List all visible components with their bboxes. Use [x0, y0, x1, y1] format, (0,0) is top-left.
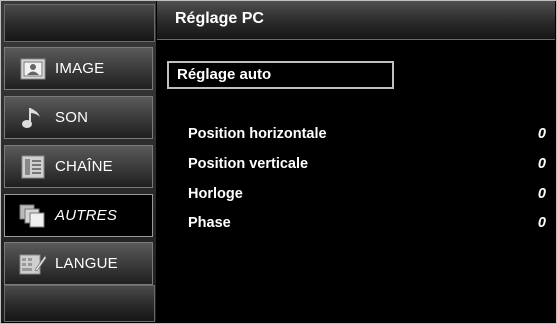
setting-label: Position verticale [188, 156, 309, 172]
sidebar-item-label: IMAGE [55, 60, 105, 77]
setting-value: 0 [537, 215, 546, 231]
keyboard-pen-icon [17, 251, 49, 277]
setting-value: 0 [537, 156, 546, 172]
settings-panel: Réglage auto Position horizontale 0 Posi… [157, 40, 555, 322]
sidebar-header-panel [4, 4, 155, 42]
sidebar-item-label: LANGUE [55, 255, 118, 272]
setting-label: Horloge [188, 186, 243, 202]
setting-label: Phase [188, 215, 231, 231]
setting-label: Position horizontale [188, 126, 327, 142]
setting-row-phase[interactable]: Phase 0 [188, 215, 546, 235]
sidebar-item-chaine[interactable]: CHAÎNE [4, 145, 153, 188]
sidebar-item-label: SON [55, 109, 89, 126]
setting-row-vertical-position[interactable]: Position verticale 0 [188, 156, 546, 176]
music-note-icon [17, 105, 49, 131]
channel-list-icon [17, 154, 49, 180]
picture-icon [17, 56, 49, 82]
setting-value: 0 [537, 126, 546, 142]
setting-row-clock[interactable]: Horloge 0 [188, 186, 546, 206]
sidebar-item-label: CHAÎNE [55, 158, 113, 175]
auto-adjust-button[interactable]: Réglage auto [167, 61, 394, 89]
sidebar-item-son[interactable]: SON [4, 96, 153, 139]
sidebar-item-label: AUTRES [55, 207, 118, 224]
sidebar-item-image[interactable]: IMAGE [4, 47, 153, 90]
page-title: Réglage PC [175, 10, 264, 27]
sidebar-item-langue[interactable]: LANGUE [4, 242, 153, 285]
setting-row-horizontal-position[interactable]: Position horizontale 0 [188, 126, 546, 146]
sidebar-footer-panel [4, 285, 155, 322]
stacked-pages-icon [17, 203, 49, 229]
sidebar: IMAGE SON CHAÎNE AUTRES LANGUE [1, 1, 156, 322]
page-header: Réglage PC [157, 1, 555, 40]
setting-value: 0 [537, 186, 546, 202]
sidebar-item-autres[interactable]: AUTRES [4, 194, 153, 237]
